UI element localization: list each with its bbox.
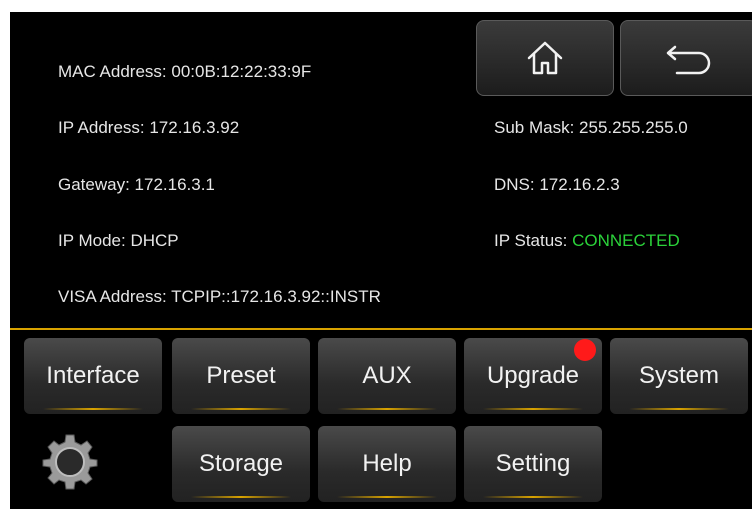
section-divider xyxy=(10,328,752,330)
back-button[interactable] xyxy=(620,20,752,96)
menu-upgrade-button[interactable]: Upgrade xyxy=(464,338,602,414)
ip-mode: IP Mode: DHCP xyxy=(58,231,179,250)
menu-aux-button[interactable]: AUX xyxy=(318,338,456,414)
menu-upgrade-label: Upgrade xyxy=(486,362,580,389)
home-icon xyxy=(527,41,563,75)
ip-status-value: CONNECTED xyxy=(572,231,680,250)
dns: DNS: 172.16.2.3 xyxy=(494,175,620,194)
menu-system-button[interactable]: System xyxy=(610,338,748,414)
notification-dot xyxy=(574,339,596,361)
menu-interface-button[interactable]: Interface xyxy=(24,338,162,414)
menu-preset-button[interactable]: Preset xyxy=(172,338,310,414)
menu-setting-button[interactable]: Setting xyxy=(464,426,602,502)
gateway: Gateway: 172.16.3.1 xyxy=(58,175,215,194)
back-arrow-icon xyxy=(666,45,711,75)
home-button[interactable] xyxy=(476,20,614,96)
gear-logo-icon xyxy=(42,434,98,490)
menu-storage-button[interactable]: Storage xyxy=(172,426,310,502)
menu-help-button[interactable]: Help xyxy=(318,426,456,502)
sub-mask: Sub Mask: 255.255.255.0 xyxy=(494,118,688,137)
ip-address: IP Address: 172.16.3.92 xyxy=(58,118,240,137)
visa-address: VISA Address: TCPIP::172.16.3.92::INSTR xyxy=(58,287,381,306)
ip-status-label: IP Status: xyxy=(494,231,573,250)
network-info-screen: MAC Address: 00:0B:12:22:33:9F IP Addres… xyxy=(10,12,752,509)
ip-status: IP Status: CONNECTED xyxy=(494,231,680,251)
mac-address: MAC Address: 00:0B:12:22:33:9F xyxy=(58,62,312,81)
